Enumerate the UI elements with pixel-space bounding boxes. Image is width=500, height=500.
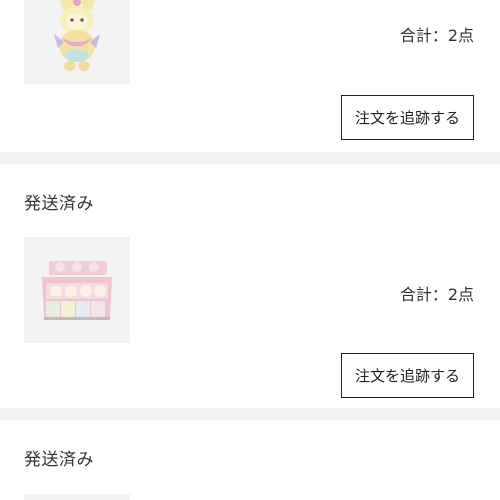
product-thumbnail[interactable] bbox=[24, 0, 130, 84]
product-thumbnail-icon bbox=[24, 494, 130, 500]
shipping-status: 発送済み bbox=[24, 450, 94, 470]
product-thumbnail[interactable] bbox=[24, 237, 130, 343]
order-total: 合計：2点 bbox=[399, 285, 474, 304]
section-divider bbox=[0, 152, 500, 164]
order-card: 発送済み bbox=[0, 420, 500, 500]
order-total: 合計：2点 bbox=[399, 26, 474, 45]
track-order-button[interactable]: 注文を追跡する bbox=[341, 353, 474, 398]
section-divider bbox=[0, 408, 500, 420]
order-card: 合計：2点 注文を追跡する bbox=[0, 0, 500, 150]
product-thumbnail[interactable] bbox=[24, 494, 130, 500]
order-card: 発送済み 合計：2点 注文を追跡する bbox=[0, 164, 500, 409]
track-order-button[interactable]: 注文を追跡する bbox=[341, 95, 474, 140]
blind-box-set-icon bbox=[24, 237, 130, 343]
shipping-status: 発送済み bbox=[24, 194, 94, 214]
plush-doll-icon bbox=[24, 0, 130, 84]
